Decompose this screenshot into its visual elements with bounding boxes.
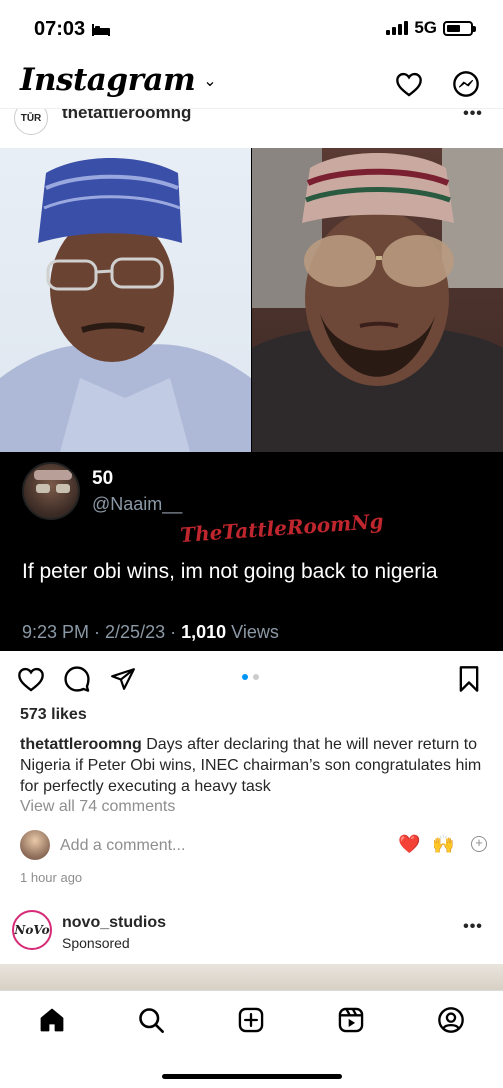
app-title: Instagram	[20, 62, 196, 98]
like-count[interactable]: 573 likes	[20, 706, 87, 724]
app-header: Instagram ⌄	[0, 56, 503, 108]
more-options-icon[interactable]: •••	[461, 109, 485, 123]
avatar[interactable]: TŪR	[14, 109, 48, 135]
caption-username[interactable]: thetattleroomng	[20, 736, 142, 753]
tweet-timestamp: 9:23 PM · 2/25/23 ·	[22, 622, 182, 642]
photo-man-in-sunglasses	[252, 148, 503, 452]
post-header: TŪR thetattleroomng •••	[0, 108, 503, 148]
notifications-heart-icon[interactable]	[393, 68, 425, 100]
sleep-mode-icon	[92, 23, 111, 36]
profile-icon[interactable]	[436, 1005, 466, 1035]
status-time: 07:03	[34, 18, 111, 41]
save-bookmark-icon[interactable]	[454, 664, 484, 694]
reels-icon[interactable]	[336, 1005, 366, 1035]
photo-man-in-blue-cap	[0, 148, 251, 452]
tweet-handle: @Naaim__	[92, 494, 183, 514]
tweet-display-name: 50	[92, 468, 114, 489]
more-options-icon[interactable]: •••	[461, 918, 485, 936]
home-icon[interactable]	[37, 1005, 67, 1035]
watermark-text: TheTattleRoomNg	[179, 508, 385, 548]
network-type: 5G	[414, 18, 437, 37]
home-indicator	[162, 1074, 342, 1079]
sponsored-post-image[interactable]	[0, 964, 503, 990]
raised-hands-emoji-icon[interactable]: 🙌	[432, 834, 454, 855]
bottom-nav	[0, 990, 503, 1088]
share-send-icon[interactable]	[108, 664, 138, 694]
avatar	[20, 830, 50, 860]
post-actions	[0, 660, 503, 700]
tweet-avatar	[22, 462, 80, 520]
chevron-down-icon: ⌄	[203, 70, 217, 90]
view-all-comments-link[interactable]: View all 74 comments	[20, 798, 175, 816]
avatar[interactable]: NoVo	[12, 910, 52, 950]
battery-icon	[443, 20, 476, 36]
add-comment-input[interactable]: Add a comment...	[60, 837, 185, 855]
clock: 07:03	[34, 18, 86, 40]
comment-icon[interactable]	[62, 664, 92, 694]
tweet-views-label: Views	[226, 622, 279, 642]
embedded-tweet: 50 @Naaim__ TheTattleRoomNg If peter obi…	[0, 452, 503, 651]
tweet-text: If peter obi wins, im not going back to …	[22, 560, 438, 583]
status-bar: 07:03 5G	[0, 0, 503, 56]
instagram-logo[interactable]: Instagram ⌄	[20, 62, 217, 98]
add-emoji-icon[interactable]: +	[471, 836, 487, 852]
carousel-dot-2	[253, 674, 259, 680]
post-image[interactable]: 50 @Naaim__ TheTattleRoomNg If peter obi…	[0, 148, 503, 651]
tweet-meta: 9:23 PM · 2/25/23 · 1,010 Views	[22, 622, 279, 643]
add-comment-row: Add a comment... ❤️ 🙌 +	[0, 828, 503, 864]
post-caption: thetattleroomng Days after declaring tha…	[20, 734, 490, 797]
sponsored-label: Sponsored	[62, 935, 130, 951]
search-icon[interactable]	[136, 1005, 166, 1035]
heart-emoji-icon[interactable]: ❤️	[398, 834, 420, 855]
signal-icon	[386, 21, 409, 35]
create-icon[interactable]	[236, 1005, 266, 1035]
carousel-indicator	[242, 674, 259, 680]
carousel-dot-1	[242, 674, 248, 680]
sponsored-post-header: NoVo novo_studios Sponsored •••	[0, 906, 503, 962]
status-indicators: 5G	[386, 18, 476, 38]
tweet-views-count: 1,010	[181, 622, 227, 642]
post-username[interactable]: thetattleroomng	[62, 109, 191, 123]
sponsored-username[interactable]: novo_studios	[62, 914, 166, 932]
post-timestamp: 1 hour ago	[20, 870, 83, 885]
messenger-icon[interactable]	[450, 68, 482, 100]
like-heart-icon[interactable]	[16, 664, 46, 694]
